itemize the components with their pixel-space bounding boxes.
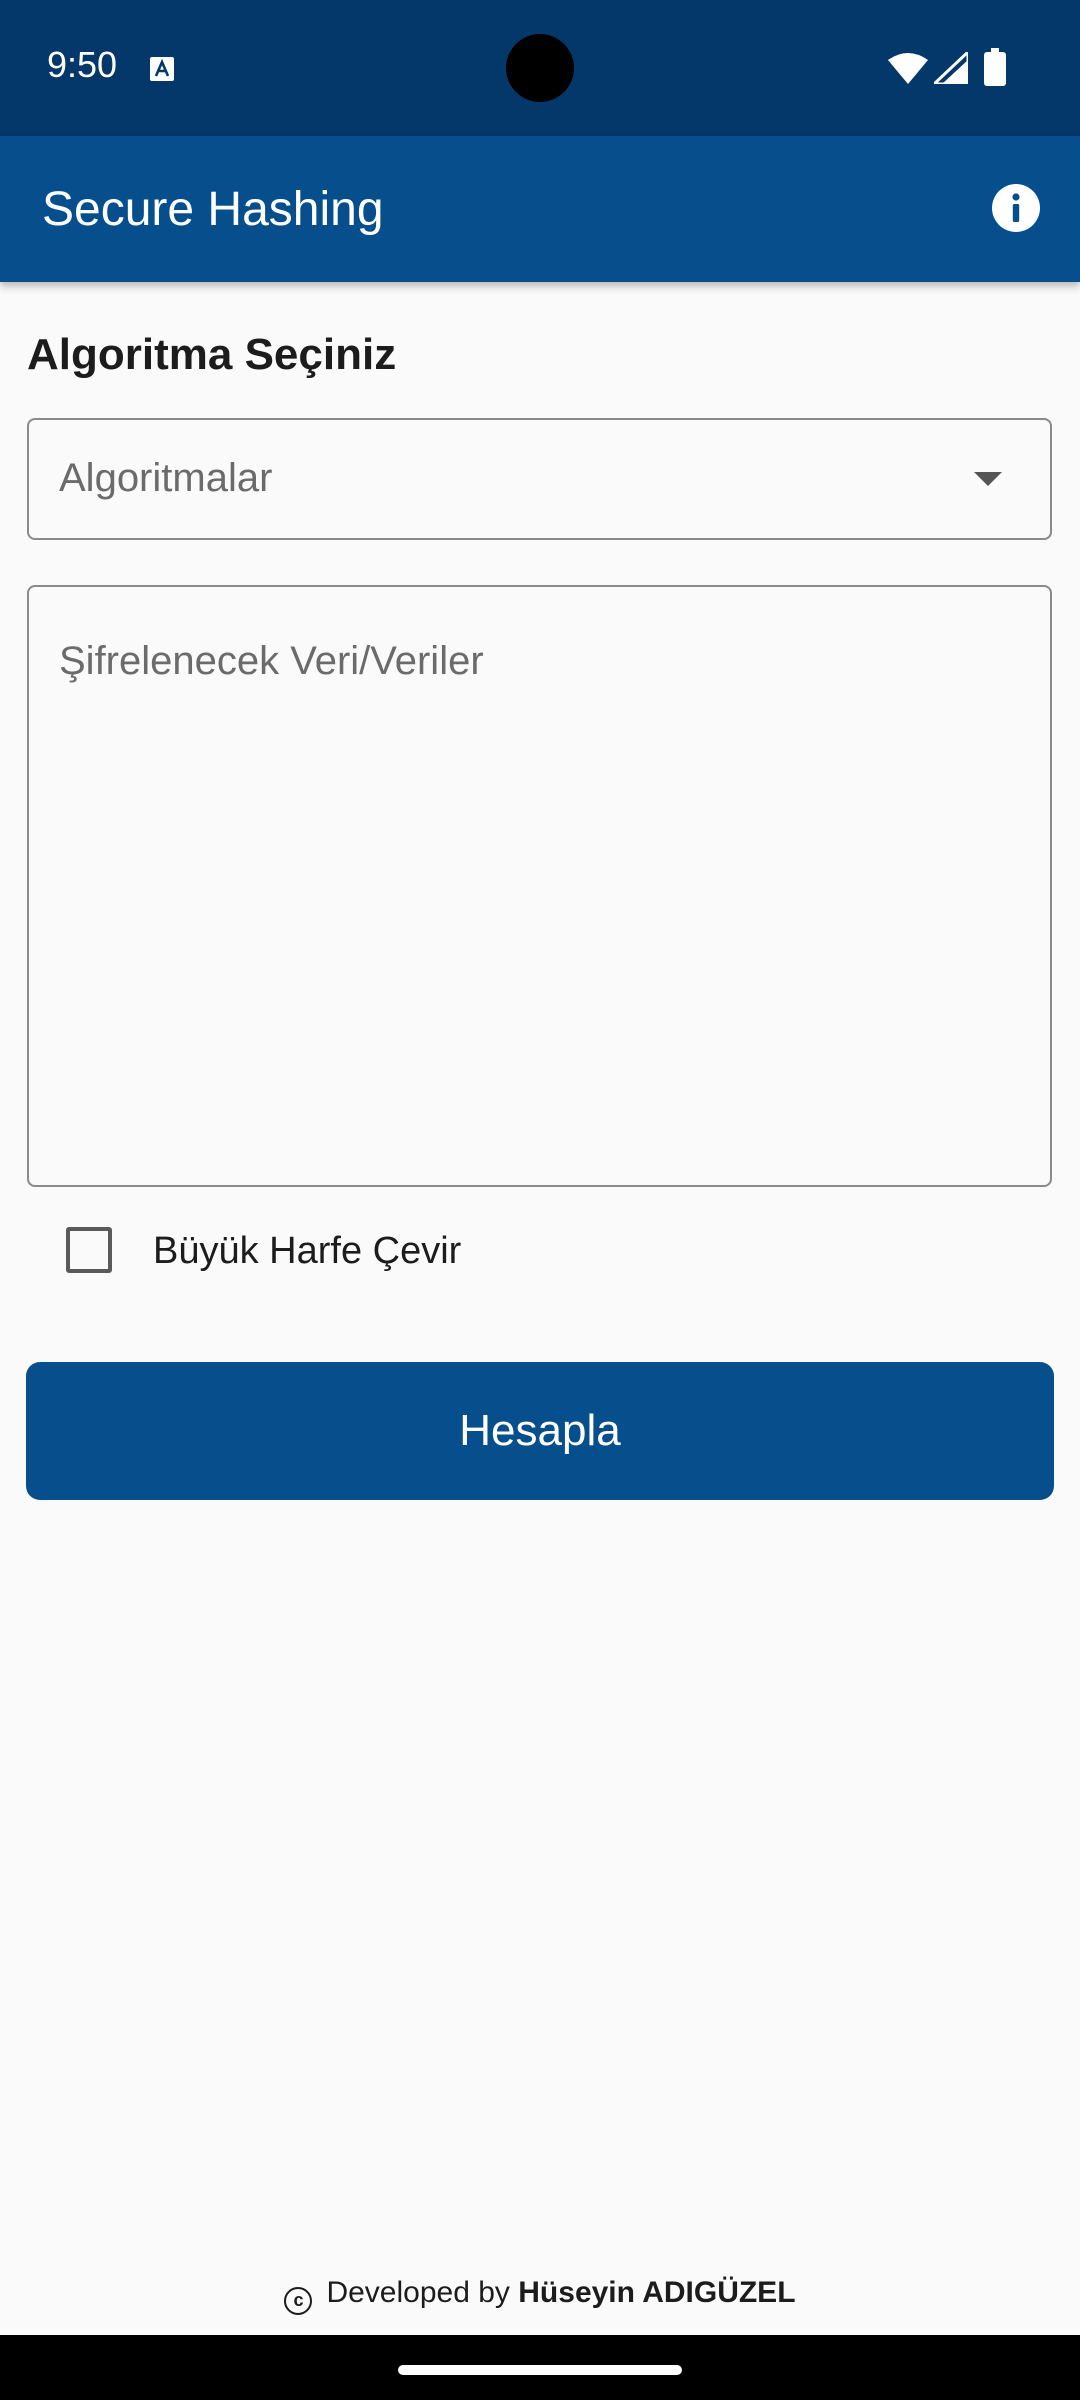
data-input[interactable]: [27, 585, 1052, 1187]
camera-cutout: [506, 34, 574, 102]
status-time: 9:50: [47, 44, 118, 85]
algorithm-dropdown[interactable]: Algoritmalar: [27, 418, 1052, 540]
info-icon[interactable]: [990, 182, 1042, 234]
footer: c Developed by Hüseyin ADIGÜZEL: [0, 2276, 1080, 2315]
algorithm-dropdown-placeholder: Algoritmalar: [59, 456, 273, 500]
navigation-bar: [0, 2335, 1080, 2400]
app-bar: Secure Hashing: [0, 136, 1080, 282]
dropdown-arrow-icon: [974, 472, 1002, 486]
section-title: Algoritma Seçiniz: [27, 330, 397, 379]
copyright-icon: c: [284, 2287, 313, 2315]
battery-icon: [984, 48, 1006, 86]
uppercase-checkbox-label[interactable]: Büyük Harfe Çevir: [153, 1230, 461, 1273]
calculate-button[interactable]: Hesapla: [26, 1362, 1054, 1500]
footer-author: Hüseyin ADIGÜZEL: [518, 2276, 796, 2309]
home-indicator[interactable]: [398, 2365, 682, 2375]
signal-icon: [934, 52, 968, 84]
uppercase-checkbox[interactable]: [66, 1227, 112, 1273]
text-a-icon: [150, 57, 174, 81]
footer-prefix: Developed by: [326, 2276, 510, 2309]
wifi-icon: [888, 53, 928, 84]
status-bar: 9:50: [0, 0, 1080, 136]
app-title: Secure Hashing: [42, 183, 384, 236]
